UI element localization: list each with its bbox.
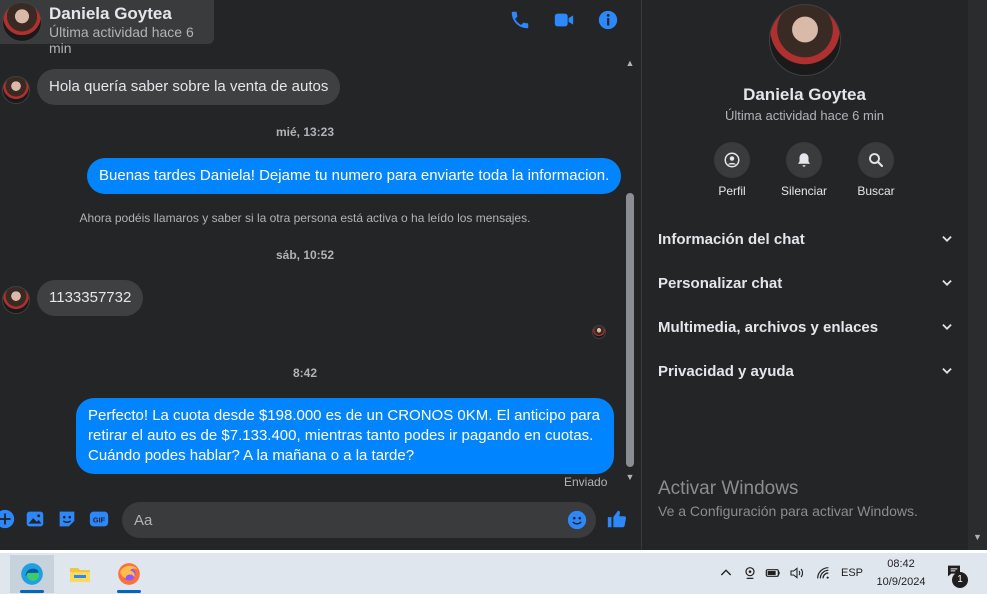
section-title: Multimedia, archivos y enlaces (658, 318, 879, 336)
bell-icon[interactable] (786, 142, 822, 178)
message-outgoing[interactable]: Buenas tardes Daniela! Dejame tu numero … (87, 158, 622, 194)
profile-last-active: Última actividad hace 6 min (725, 108, 884, 123)
section-chat-info[interactable]: Información del chat (658, 224, 954, 254)
mute-label: Silenciar (780, 184, 828, 198)
section-privacy-help[interactable]: Privacidad y ayuda (658, 356, 954, 386)
message-list: Hola quería saber sobre la venta de auto… (0, 52, 622, 492)
profile-button[interactable]: Perfil (702, 142, 762, 198)
profile-name: Daniela Goytea (743, 85, 866, 104)
search-label: Buscar (857, 184, 895, 198)
sender-avatar[interactable] (2, 286, 30, 314)
firefox-icon[interactable] (107, 555, 151, 593)
message-input-box[interactable] (122, 502, 596, 538)
battery-icon[interactable] (765, 565, 781, 581)
timestamp: sáb, 10:52 (275, 248, 335, 262)
scroll-down-icon[interactable]: ▼ (625, 472, 635, 482)
page-scrollbar[interactable]: ▼ (968, 0, 987, 550)
chevron-down-icon (942, 236, 952, 242)
sender-avatar[interactable] (2, 76, 30, 104)
phone-icon[interactable] (509, 9, 531, 31)
gif-icon[interactable]: GIF (88, 508, 110, 530)
edge-icon[interactable] (10, 555, 54, 593)
section-media-files[interactable]: Multimedia, archivos y enlaces (658, 312, 954, 342)
timestamp: mié, 13:23 (275, 125, 335, 139)
chevron-down-icon (942, 324, 952, 330)
language-indicator[interactable]: ESP (841, 567, 863, 579)
composer: GIF (0, 496, 641, 546)
sticker-icon[interactable] (56, 508, 78, 530)
sent-status: Enviado (564, 475, 608, 489)
chat-header: Daniela Goytea Última actividad hace 6 m… (0, 0, 641, 56)
plus-icon[interactable] (0, 508, 16, 530)
profile-label: Perfil (718, 184, 746, 198)
scroll-down-icon[interactable]: ▼ (973, 532, 982, 542)
message-outgoing[interactable]: Perfecto! La cuota desde $198.000 es de … (76, 398, 614, 474)
profile-icon[interactable] (714, 142, 750, 178)
section-title: Privacidad y ayuda (658, 362, 794, 380)
image-icon[interactable] (24, 508, 46, 530)
clock-time[interactable]: 08:42 (870, 558, 932, 570)
conversation-info-pane: Daniela Goytea Última actividad hace 6 m… (641, 0, 968, 550)
taskbar: ESP 08:42 10/9/2024 1 (0, 553, 987, 594)
contact-avatar[interactable] (2, 2, 42, 42)
notification-badge: 1 (952, 572, 968, 588)
system-notice: Ahora podéis llamaros y saber si la otra… (79, 211, 531, 225)
message-incoming[interactable]: 1133357732 (37, 280, 144, 316)
chevron-down-icon (942, 368, 952, 374)
scroll-up-icon[interactable]: ▲ (625, 58, 635, 68)
webcam-icon[interactable] (742, 565, 758, 581)
activate-windows-title: Activar Windows (658, 478, 799, 499)
wifi-icon[interactable] (815, 565, 831, 581)
emoji-icon[interactable] (566, 509, 588, 531)
timestamp: 8:42 (292, 366, 318, 380)
svg-text:GIF: GIF (93, 516, 106, 525)
section-title: Personalizar chat (658, 274, 783, 292)
message-incoming[interactable]: Hola quería saber sobre la venta de auto… (37, 69, 341, 105)
chevron-down-icon (942, 280, 952, 286)
chat-pane: Daniela Goytea Última actividad hace 6 m… (0, 0, 641, 550)
messenger-window: Daniela Goytea Última actividad hace 6 m… (0, 0, 987, 550)
section-customize-chat[interactable]: Personalizar chat (658, 268, 954, 298)
message-input[interactable] (134, 502, 554, 538)
mute-button[interactable]: Silenciar (774, 142, 834, 198)
volume-icon[interactable] (789, 565, 805, 581)
info-icon[interactable] (597, 9, 619, 31)
contact-name: Daniela Goytea (49, 4, 172, 23)
file-explorer-icon[interactable] (58, 555, 102, 593)
activate-windows-subtitle: Ve a Configuración para activar Windows. (658, 503, 918, 519)
search-button[interactable]: Buscar (846, 142, 906, 198)
seen-receipt-avatar (592, 325, 606, 339)
video-call-icon[interactable] (553, 9, 575, 31)
profile-avatar[interactable] (769, 4, 841, 76)
like-icon[interactable] (606, 508, 628, 530)
chevron-up-icon[interactable] (718, 565, 734, 581)
chat-scrollbar-thumb[interactable] (626, 193, 634, 467)
section-title: Información del chat (658, 230, 805, 248)
contact-card[interactable]: Daniela Goytea Última actividad hace 6 m… (0, 0, 214, 56)
clock-date[interactable]: 10/9/2024 (870, 576, 932, 588)
search-icon[interactable] (858, 142, 894, 178)
